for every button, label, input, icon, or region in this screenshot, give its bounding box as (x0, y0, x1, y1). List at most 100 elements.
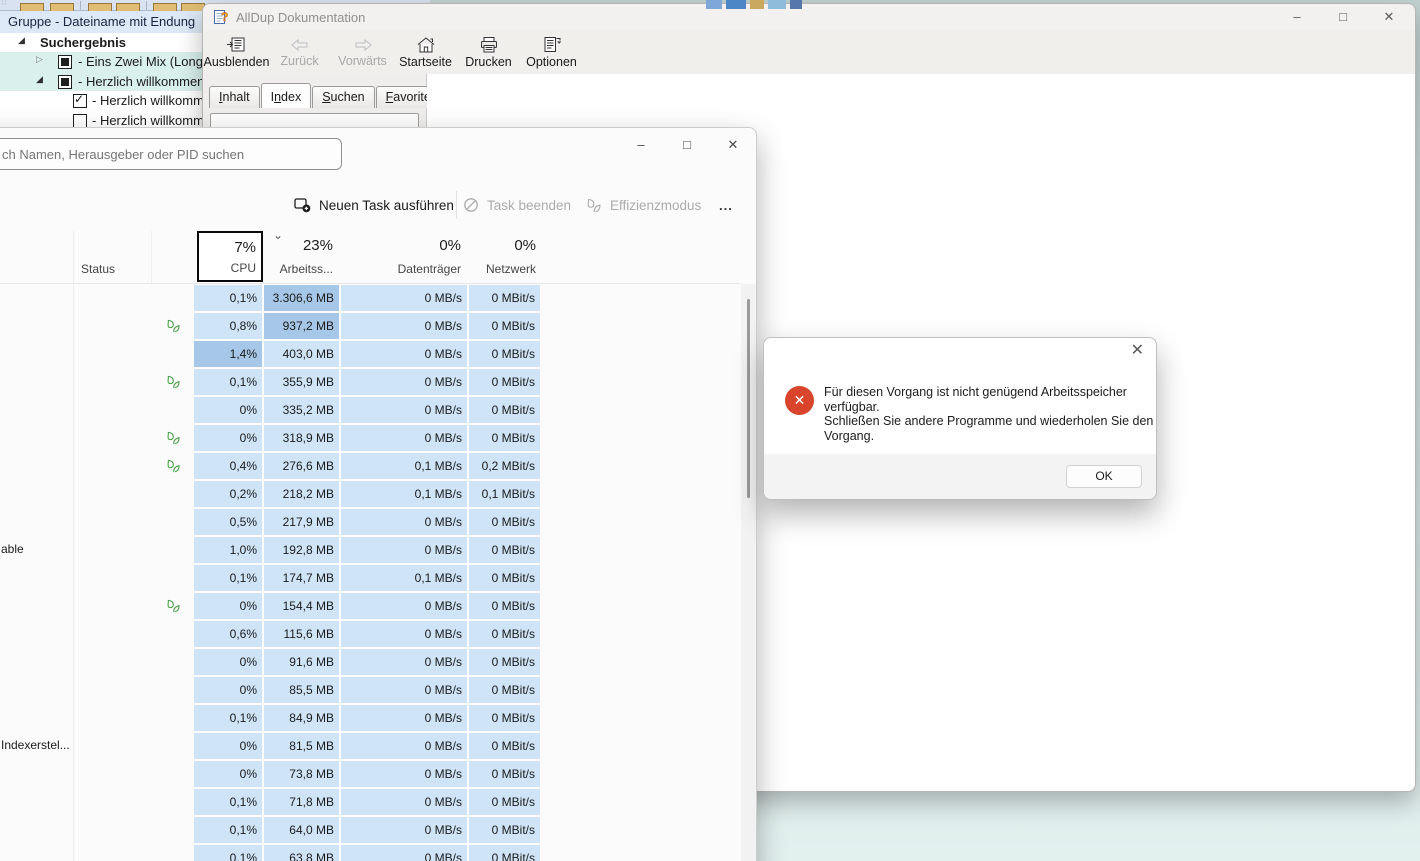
expand-arrow-icon[interactable]: ▷ (36, 54, 43, 65)
process-row[interactable]: 0,1%84,9 MB0 MB/s0 MBit/s (0, 704, 741, 732)
close-button[interactable]: ✕ (710, 133, 756, 157)
maximize-button[interactable]: □ (1320, 4, 1366, 30)
process-row[interactable]: 0%335,2 MB0 MB/s0 MBit/s (0, 396, 741, 424)
item-checkbox[interactable]: ✓ (73, 94, 87, 108)
desktop: ∷ Gruppe - Dateiname mit Endung ◢Sucherg… (0, 0, 1420, 861)
search-input[interactable] (0, 138, 342, 170)
help-window-title: AllDup Dokumentation (236, 10, 365, 25)
mem-cell: 91,6 MB (264, 649, 339, 675)
options-button[interactable]: Optionen (520, 30, 583, 74)
close-button[interactable]: ✕ (1366, 4, 1412, 30)
forward-button[interactable]: Vorwärts (331, 30, 394, 74)
mem-cell: 403,0 MB (264, 341, 339, 367)
toolbar-separator (146, 1, 147, 10)
process-row[interactable]: 0,1%174,7 MB0,1 MB/s0 MBit/s (0, 564, 741, 592)
tab-index[interactable]: Index (261, 83, 312, 108)
cpu-cell: 0,8% (194, 313, 262, 339)
process-row[interactable]: 0%154,4 MB0 MB/s0 MBit/s (0, 592, 741, 620)
process-table: 0,1%3.306,6 MB0 MB/s0 MBit/s0,8%937,2 MB… (0, 284, 741, 861)
efficiency-mode-button[interactable]: Effizienzmodus (586, 187, 701, 223)
net-cell: 0 MBit/s (469, 789, 540, 815)
close-icon[interactable]: ✕ (1131, 341, 1144, 361)
process-row[interactable]: 0,1%63,8 MB0 MB/s0 MBit/s (0, 844, 741, 861)
network-column-header[interactable]: Netzwerk (466, 262, 536, 276)
minimize-button[interactable]: – (618, 133, 664, 157)
print-button[interactable]: Drucken (457, 30, 520, 74)
more-options-button[interactable]: ... (719, 187, 733, 223)
mem-cell: 355,9 MB (264, 369, 339, 395)
status-column-header[interactable]: Status (81, 262, 115, 276)
alldup-toolbar-button[interactable] (50, 3, 74, 11)
process-row[interactable]: 0%318,9 MB0 MB/s0 MBit/s (0, 424, 741, 452)
disk-cell: 0 MB/s (341, 705, 467, 731)
process-row[interactable]: 1,4%403,0 MB0 MB/s0 MBit/s (0, 340, 741, 368)
net-cell: 0 MBit/s (469, 369, 540, 395)
item-checkbox[interactable] (58, 55, 72, 69)
error-message-line: verfügbar. (824, 400, 1153, 415)
checkbox-filled-state (61, 78, 69, 86)
process-row[interactable]: 0%91,6 MB0 MB/s0 MBit/s (0, 648, 741, 676)
process-row[interactable]: 0,1%3.306,6 MB0 MB/s0 MBit/s (0, 284, 741, 312)
efficiency-leaf-icon (166, 459, 181, 473)
alldup-toolbar-button[interactable] (88, 3, 112, 11)
help-titlebar[interactable]: ? AllDup Dokumentation (203, 4, 1415, 30)
scrollbar-thumb[interactable] (747, 299, 750, 498)
home-button[interactable]: Startseite (394, 30, 457, 74)
toolbar-grip-icon: ∷ (2, 2, 8, 9)
process-row[interactable]: 0,5%217,9 MB0 MB/s0 MBit/s (0, 508, 741, 536)
memory-column-header[interactable]: Arbeitss... (263, 262, 333, 276)
net-cell: 0 MBit/s (469, 593, 540, 619)
process-row[interactable]: able1,0%192,8 MB0 MB/s0 MBit/s (0, 536, 741, 564)
network-column-total[interactable]: 0% (466, 237, 536, 254)
process-row[interactable]: 0,4%276,6 MB0,1 MB/s0,2 MBit/s (0, 452, 741, 480)
alldup-toolbar-button[interactable] (20, 3, 44, 11)
tab-suchen[interactable]: Suchen (312, 86, 374, 108)
process-row[interactable]: Indexerstel...0%81,5 MB0 MB/s0 MBit/s (0, 732, 741, 760)
process-row[interactable]: 0,1%64,0 MB0 MB/s0 MBit/s (0, 816, 741, 844)
collapse-arrow-icon[interactable]: ◢ (18, 35, 25, 46)
item-checkbox[interactable] (58, 75, 72, 89)
run-new-task-button[interactable]: Neuen Task ausführen (294, 187, 454, 223)
process-row[interactable]: 0,2%218,2 MB0,1 MB/s0,1 MBit/s (0, 480, 741, 508)
net-cell: 0 MBit/s (469, 677, 540, 703)
hide-button[interactable]: Ausblenden (205, 30, 268, 74)
disk-column-total[interactable]: 0% (381, 237, 461, 254)
process-row[interactable]: 0,6%115,6 MB0 MB/s0 MBit/s (0, 620, 741, 648)
alldup-toolbar-button[interactable] (153, 3, 177, 11)
process-row[interactable]: 0,1%355,9 MB0 MB/s0 MBit/s (0, 368, 741, 396)
maximize-button[interactable]: □ (664, 133, 710, 157)
back-button[interactable]: Zurück (268, 30, 331, 74)
cpu-cell: 0,5% (194, 509, 262, 535)
checkmark-icon: ✓ (74, 92, 84, 106)
mem-cell: 63,8 MB (264, 845, 339, 861)
disk-cell: 0,1 MB/s (341, 565, 467, 591)
process-row[interactable]: 0,8%937,2 MB0 MB/s0 MBit/s (0, 312, 741, 340)
process-row[interactable]: 0%85,5 MB0 MB/s0 MBit/s (0, 676, 741, 704)
printer-icon (479, 36, 499, 54)
ok-button[interactable]: OK (1066, 465, 1142, 488)
process-row[interactable]: 0,1%71,8 MB0 MB/s0 MBit/s (0, 788, 741, 816)
leaf-icon (586, 198, 602, 213)
item-checkbox[interactable] (73, 114, 87, 128)
net-cell: 0 MBit/s (469, 649, 540, 675)
alldup-toolbar-button[interactable] (116, 3, 140, 11)
net-cell: 0 MBit/s (469, 705, 540, 731)
collapse-arrow-icon[interactable]: ◢ (36, 74, 43, 85)
mem-cell: 71,8 MB (264, 789, 339, 815)
home-icon (416, 36, 436, 54)
end-task-button[interactable]: Task beenden (463, 187, 571, 223)
disk-column-header[interactable]: Datenträger (361, 262, 461, 276)
help-tabs: InhaltIndexSuchenFavoriten (203, 74, 426, 108)
mem-cell: 81,5 MB (264, 733, 339, 759)
disk-cell: 0 MB/s (341, 341, 467, 367)
minimize-button[interactable]: – (1274, 4, 1320, 30)
tab-inhalt[interactable]: Inhalt (209, 86, 260, 108)
memory-column-total[interactable]: 23% (263, 237, 333, 254)
hide-pane-icon (226, 36, 248, 54)
cpu-cell: 0% (194, 397, 262, 423)
process-row[interactable]: 0%73,8 MB0 MB/s0 MBit/s (0, 760, 741, 788)
cpu-column-header[interactable]: 7% CPU (197, 231, 263, 282)
disk-cell: 0 MB/s (341, 845, 467, 861)
net-cell: 0 MBit/s (469, 537, 540, 563)
error-message-line: Vorgang. (824, 429, 1153, 444)
